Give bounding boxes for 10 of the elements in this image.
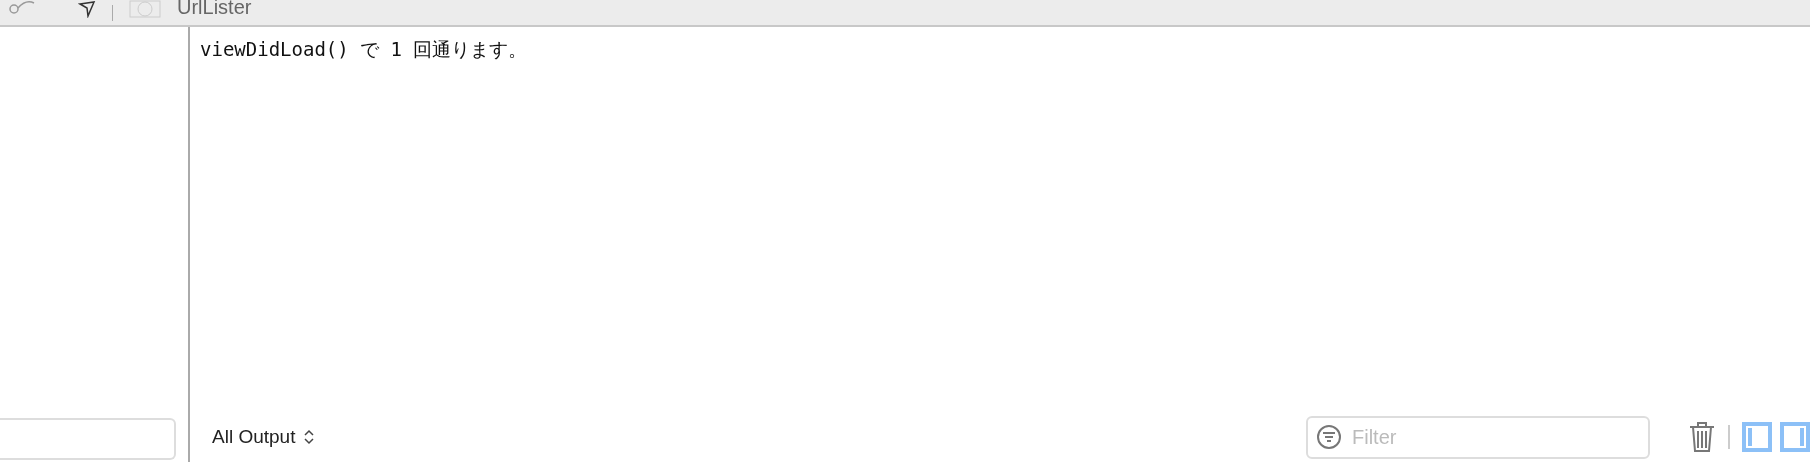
search-field[interactable] <box>0 418 176 460</box>
output-selector[interactable]: All Output <box>212 422 316 452</box>
filter-icon <box>1316 423 1342 450</box>
left-panel-toggle[interactable] <box>1742 422 1772 452</box>
location-arrow-icon[interactable] <box>78 0 96 18</box>
filter-field[interactable]: Filter <box>1306 415 1650 459</box>
chevron-updown-icon <box>303 428 316 446</box>
console-line: viewDidLoad() で 1 回通ります。 <box>200 37 529 62</box>
right-panel-toggle[interactable] <box>1780 422 1810 452</box>
trash-icon[interactable] <box>1688 421 1716 453</box>
